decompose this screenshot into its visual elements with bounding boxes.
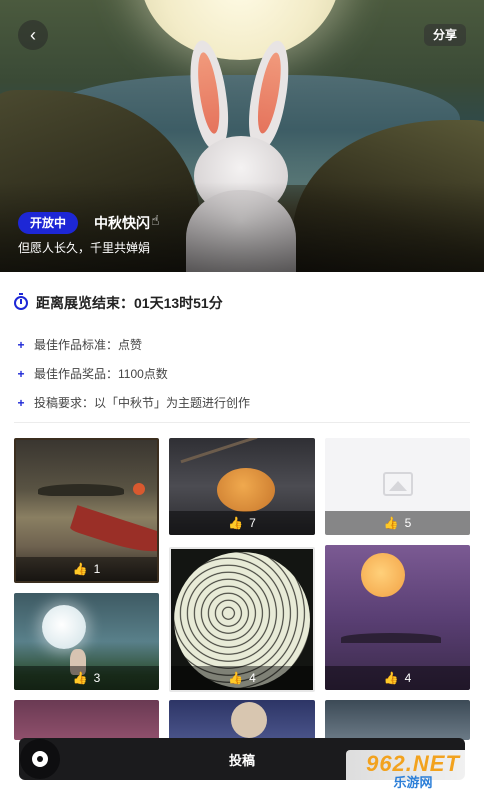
thumbs-up-icon: 👍 [383, 516, 399, 530]
like-button[interactable]: 👍 5 [325, 511, 470, 535]
artwork-card[interactable]: 👍 7 [169, 438, 315, 535]
rule-item: + 投稿要求：以「中秋节」为主题进行创作 [14, 388, 470, 417]
like-button[interactable]: 👍 4 [325, 666, 470, 690]
stopwatch-icon [14, 293, 28, 310]
site-watermark: 962.NET 乐游网 [346, 750, 480, 794]
chevron-left-icon: ‹ [30, 24, 36, 45]
rule-text: 投稿要求：以「中秋节」为主题进行创作 [34, 396, 251, 410]
status-badge: 开放中 [18, 212, 79, 234]
back-button[interactable]: ‹ [18, 20, 48, 50]
plus-icon: + [17, 366, 25, 381]
artwork-card[interactable] [14, 700, 159, 740]
chat-bubble-icon [32, 751, 48, 767]
like-count: 5 [404, 516, 412, 530]
artwork-card[interactable]: 👍 3 [14, 593, 159, 690]
countdown: 距离展览结束：01天13时51分 [14, 293, 223, 313]
like-button[interactable]: 👍 3 [14, 666, 159, 690]
rule-text: 最佳作品奖品：1100点数 [34, 367, 168, 381]
like-count: 1 [93, 562, 101, 576]
rule-text: 最佳作品标准：点赞 [34, 338, 143, 352]
artwork-card[interactable]: 👍 4 [169, 547, 315, 692]
thumbs-up-icon: 👍 [72, 562, 88, 576]
rule-item: + 最佳作品奖品：1100点数 [14, 359, 470, 388]
countdown-text: 距离展览结束：01天13时51分 [36, 295, 223, 311]
thumbs-up-icon: 👍 [228, 671, 244, 685]
artwork-card[interactable] [325, 700, 470, 740]
watermark-logo: 962.NET [366, 751, 460, 776]
rule-item: + 最佳作品标准：点赞 [14, 330, 470, 359]
share-button[interactable]: 分享 [423, 24, 466, 46]
like-button[interactable]: 👍 4 [171, 666, 313, 690]
like-count: 4 [249, 671, 256, 685]
like-count: 7 [249, 516, 256, 530]
thumbs-up-icon: 👍 [228, 516, 244, 530]
event-title: 中秋快闪 [94, 215, 150, 231]
like-count: 3 [93, 671, 101, 685]
artwork-card[interactable]: 👍 4 [325, 545, 470, 690]
watermark-text: 乐游网 [393, 775, 433, 790]
like-button[interactable]: 👍 1 [16, 557, 157, 581]
artwork-card[interactable]: 👍 5 [325, 438, 470, 535]
rules-list: + 最佳作品标准：点赞 + 最佳作品奖品：1100点数 + 投稿要求：以「中秋节… [14, 330, 470, 417]
chat-button[interactable] [20, 739, 60, 779]
hero-banner: ‹ 分享 开放中 中秋快闪 ☝ 但愿人长久，千里共婵娟 [0, 0, 484, 272]
thumbs-up-icon: 👍 [72, 671, 88, 685]
event-subtitle: 但愿人长久，千里共婵娟 [18, 241, 151, 255]
like-button[interactable]: 👍 7 [169, 511, 315, 535]
plus-icon: + [17, 395, 25, 410]
pointing-hand-icon: ☝ [151, 212, 160, 228]
like-count: 4 [404, 671, 412, 685]
thumbs-up-icon: 👍 [383, 671, 399, 685]
divider [14, 422, 470, 423]
artwork-card[interactable] [169, 700, 315, 740]
image-placeholder-icon [383, 472, 413, 496]
plus-icon: + [17, 337, 25, 352]
artwork-card[interactable]: 👍 1 [14, 438, 159, 583]
